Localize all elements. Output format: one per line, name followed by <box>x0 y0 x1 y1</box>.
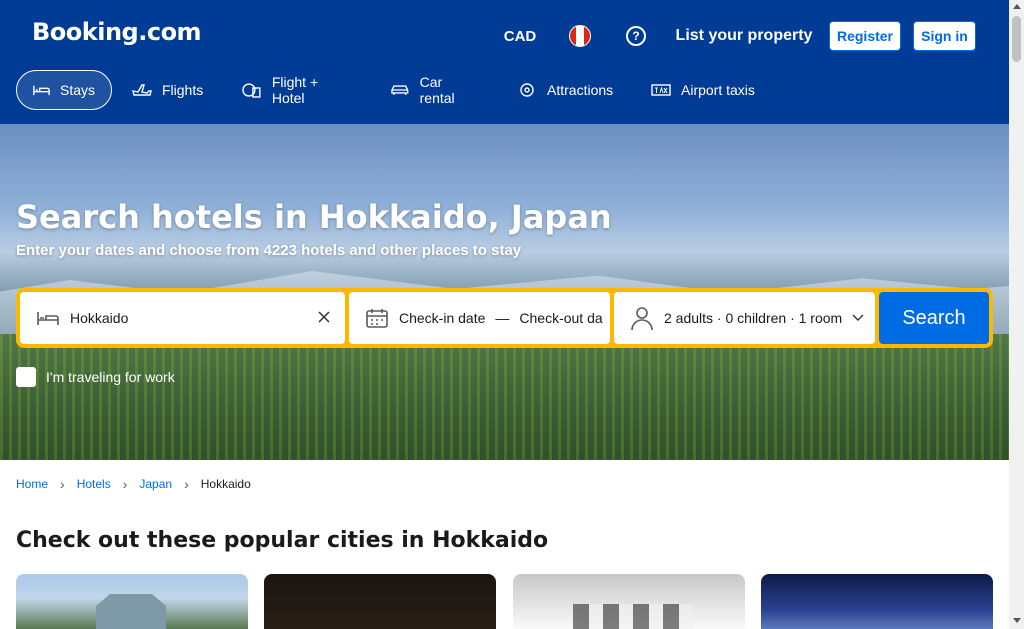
search-button[interactable]: Search <box>879 292 989 344</box>
canada-flag-icon <box>569 25 591 47</box>
breadcrumb-japan[interactable]: Japan <box>139 477 172 491</box>
tab-label: Airport taxis <box>681 82 755 98</box>
city-card[interactable] <box>761 574 993 629</box>
hero-field <box>0 334 1009 460</box>
currency-button[interactable]: CAD <box>492 18 548 54</box>
bed-icon <box>37 312 59 325</box>
check-in-label: Check-in date <box>399 310 486 326</box>
breadcrumb: Home › Hotels › Japan › Hokkaido <box>16 476 251 492</box>
hero-title: Search hotels in Hokkaido, Japan <box>16 198 612 236</box>
plane-hotel-icon <box>242 83 261 98</box>
plane-icon <box>132 84 152 96</box>
tab-flight-hotel[interactable]: Flight + Hotel <box>226 70 370 110</box>
chevron-right-icon: › <box>122 476 128 492</box>
date-separator: — <box>495 310 510 326</box>
work-travel-checkbox[interactable] <box>16 367 36 387</box>
city-card[interactable] <box>264 574 496 629</box>
register-button[interactable]: Register <box>829 21 901 51</box>
breadcrumb-hotels[interactable]: Hotels <box>77 477 111 491</box>
check-out-label: Check-out da <box>519 310 603 326</box>
calendar-icon <box>366 309 388 328</box>
sign-in-button[interactable]: Sign in <box>913 21 976 51</box>
destination-input[interactable] <box>70 310 300 326</box>
work-travel-option[interactable]: I'm traveling for work <box>16 367 175 387</box>
tab-attractions[interactable]: Attractions <box>501 70 631 110</box>
language-button[interactable] <box>558 18 602 54</box>
guests-field[interactable]: 2 adults · 0 children · 1 room <box>614 292 875 344</box>
tab-flights[interactable]: Flights <box>116 70 222 110</box>
guests-summary: 2 adults · 0 children · 1 room <box>664 310 843 326</box>
tab-label: Stays <box>59 82 95 98</box>
breadcrumb-current: Hokkaido <box>200 477 251 491</box>
scroll-down-arrow-icon[interactable] <box>1013 618 1021 623</box>
chevron-right-icon: › <box>60 476 65 492</box>
hero-subtitle: Enter your dates and choose from 4223 ho… <box>16 242 522 259</box>
person-icon <box>631 307 653 331</box>
hero-banner: Search hotels in Hokkaido, Japan Enter y… <box>0 124 1009 460</box>
tab-label: Car rental <box>419 74 455 106</box>
tab-label: Flights <box>162 82 204 98</box>
dates-field[interactable]: Check-in date — Check-out da <box>349 292 610 344</box>
breadcrumb-home[interactable]: Home <box>16 477 48 491</box>
top-header: Booking.com CAD ? List your property Reg… <box>0 0 1009 124</box>
scroll-thumb[interactable] <box>1012 16 1021 62</box>
taxi-icon <box>651 84 671 96</box>
section-title: Check out these popular cities in Hokkai… <box>16 528 549 553</box>
help-button[interactable]: ? <box>614 18 658 54</box>
search-bar: Check-in date — Check-out da 2 adults · … <box>16 288 993 348</box>
car-icon <box>391 85 409 95</box>
booking-logo[interactable]: Booking.com <box>32 18 202 46</box>
tab-label: Flight + Hotel <box>271 74 319 106</box>
tab-label: Attractions <box>547 82 614 98</box>
destination-field[interactable] <box>20 292 345 344</box>
tab-stays[interactable]: Stays <box>16 70 112 110</box>
city-card[interactable] <box>16 574 248 629</box>
tab-airport-taxis[interactable]: Airport taxis <box>635 70 773 110</box>
chevron-down-icon <box>852 314 864 321</box>
clear-icon[interactable] <box>317 310 331 324</box>
attractions-icon <box>520 83 534 97</box>
scroll-up-arrow-icon[interactable] <box>1013 4 1021 9</box>
city-card[interactable] <box>513 574 745 629</box>
tab-car-rental[interactable]: Car rental <box>374 70 496 110</box>
chevron-right-icon: › <box>184 476 189 492</box>
question-icon: ? <box>626 26 646 46</box>
list-property-link[interactable]: List your property <box>670 18 818 54</box>
work-travel-label[interactable]: I'm traveling for work <box>46 369 175 385</box>
page-scrollbar[interactable] <box>1009 0 1024 629</box>
bed-icon <box>33 85 50 96</box>
